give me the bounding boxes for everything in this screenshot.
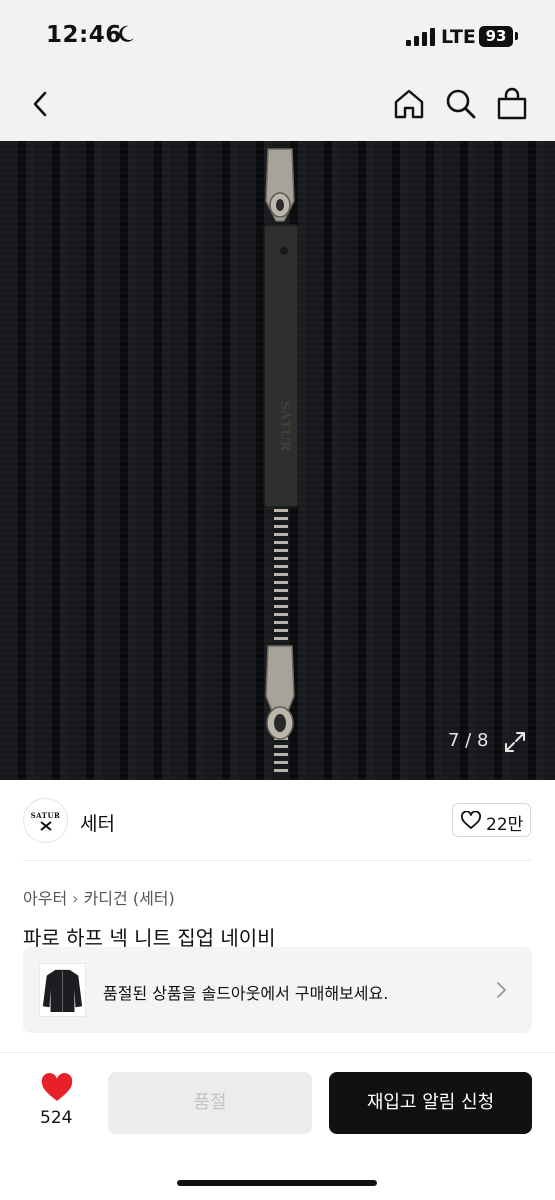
back-button[interactable] (22, 86, 58, 122)
status-time: 12:46 (46, 22, 122, 48)
brand-mark-icon (40, 821, 52, 831)
brand-like-button[interactable]: 22만 (452, 803, 531, 837)
brand-row[interactable]: SATUR 세터 22만 (0, 780, 555, 862)
search-button[interactable] (443, 86, 479, 122)
brand-logo[interactable]: SATUR (23, 798, 68, 843)
heart-outline-icon (461, 811, 481, 829)
brand-like-count: 22만 (486, 815, 524, 835)
bag-button[interactable] (494, 86, 530, 122)
breadcrumb-subcategory[interactable]: 카디건 (세터) (84, 885, 175, 909)
divider (23, 860, 532, 861)
moon-icon (119, 25, 134, 42)
brand-name[interactable]: 세터 (80, 809, 115, 836)
battery-tip (515, 32, 518, 40)
cardigan-thumbnail-icon (42, 969, 83, 1013)
brand-logo-text: SATUR (30, 811, 61, 820)
battery-indicator: 93 (479, 26, 513, 47)
wishlist-count: 524 (40, 1108, 73, 1128)
search-icon (446, 89, 476, 119)
banner-text: 품절된 상품을 솔드아웃에서 구매해보세요. (103, 984, 389, 1003)
expand-icon[interactable] (503, 730, 527, 754)
breadcrumb-category[interactable]: 아우터 (23, 885, 67, 909)
home-indicator[interactable] (177, 1180, 377, 1186)
product-image[interactable]: SATUR 7 / 8 (0, 141, 555, 780)
chevron-right-icon: › (72, 889, 79, 908)
wishlist-heart-icon[interactable] (41, 1073, 73, 1103)
banner-product-thumbnail (39, 963, 86, 1017)
home-button[interactable] (391, 86, 427, 122)
top-nav (0, 70, 555, 141)
network-label: LTE (441, 26, 476, 48)
bottom-bar-divider (0, 1052, 555, 1053)
soldout-button: 품절 (108, 1072, 312, 1134)
chevron-right-icon (497, 982, 506, 998)
shopping-bag-icon (497, 87, 527, 120)
zipper-image: SATUR (263, 148, 299, 772)
breadcrumb: 아우터 › 카디건 (세터) (23, 885, 175, 909)
chevron-left-icon (33, 91, 47, 117)
zipper-tag-text: SATUR (277, 401, 292, 452)
status-bar: 12:46 LTE 93 (0, 0, 555, 70)
signal-icon (406, 28, 435, 46)
restock-alert-button[interactable]: 재입고 알림 신청 (329, 1072, 532, 1134)
home-icon (394, 89, 424, 119)
image-counter: 7 / 8 (448, 730, 489, 751)
soldout-banner[interactable]: 품절된 상품을 솔드아웃에서 구매해보세요. (23, 947, 532, 1033)
